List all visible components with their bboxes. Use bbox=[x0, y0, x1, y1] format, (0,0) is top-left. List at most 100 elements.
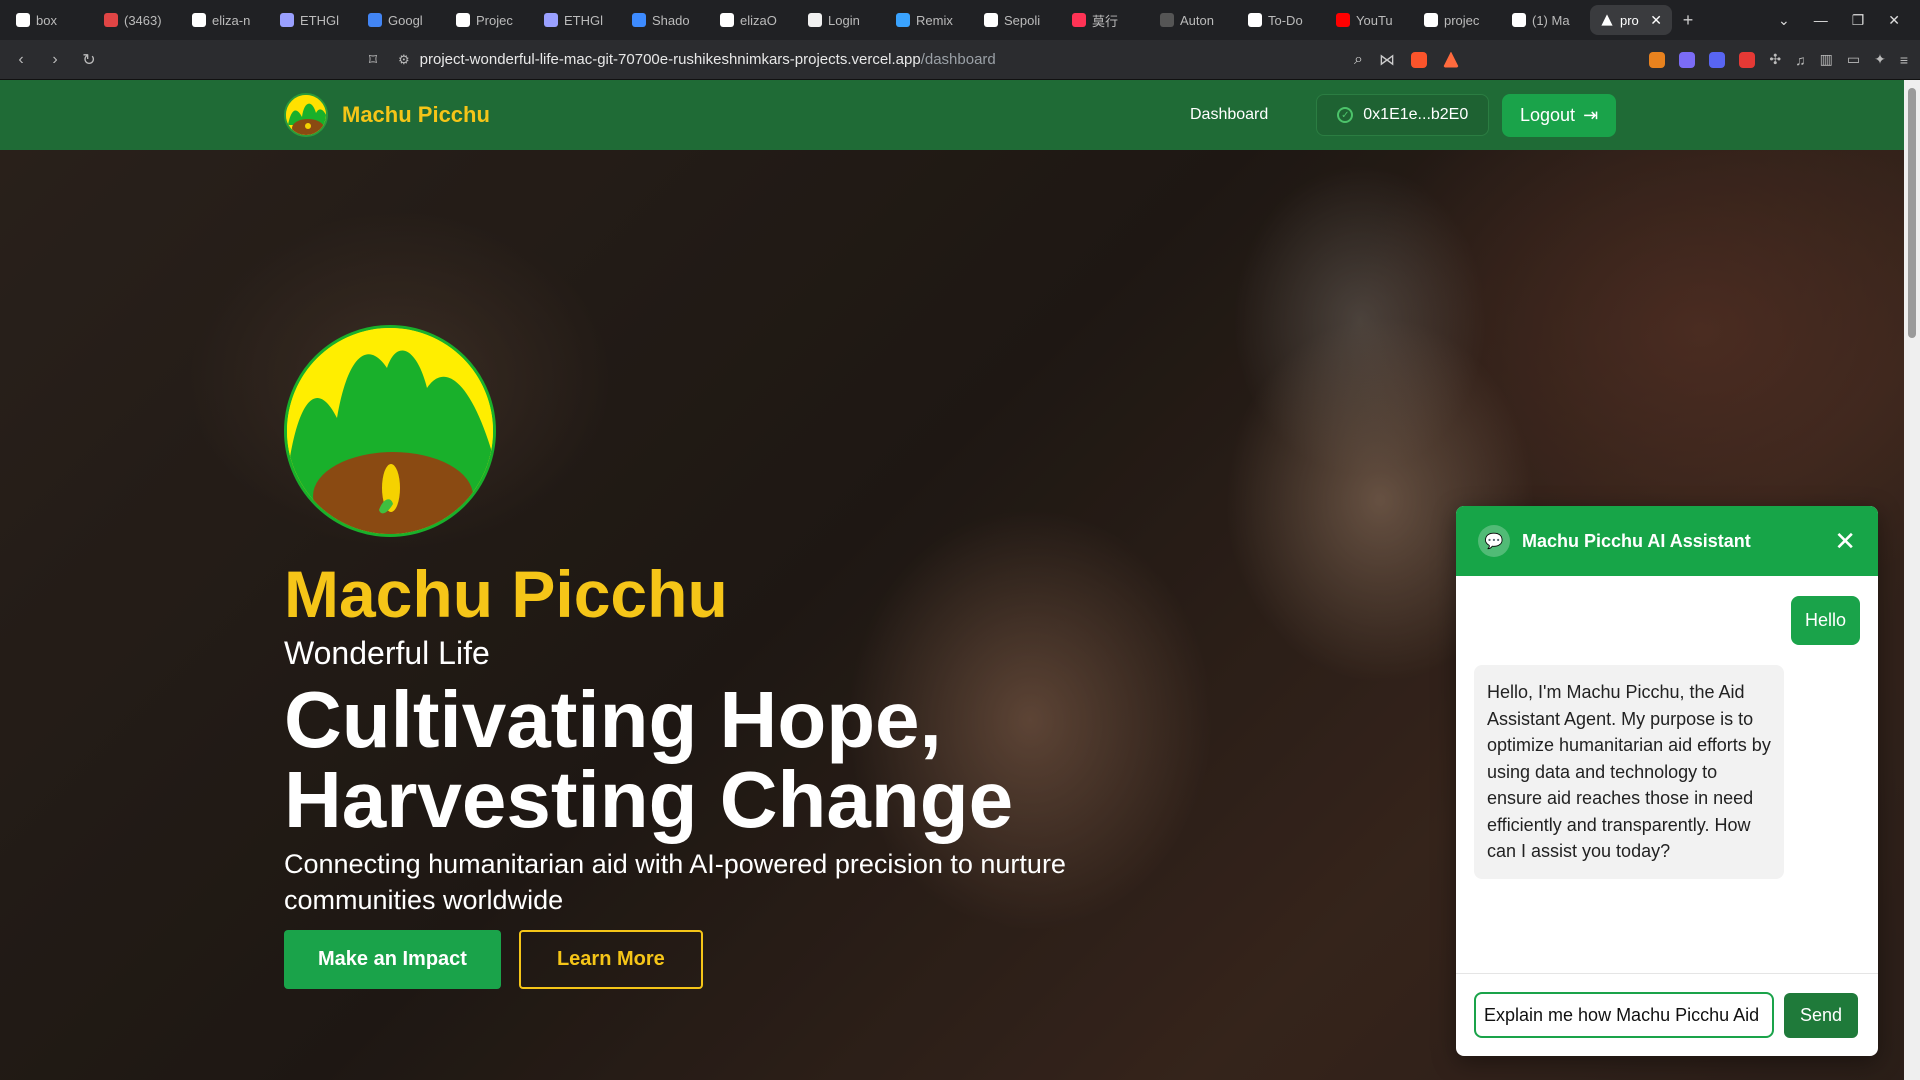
browser-tab[interactable]: projec bbox=[1414, 5, 1500, 35]
close-window-icon[interactable]: ✕ bbox=[1888, 12, 1900, 29]
tab-active[interactable]: pro ✕ bbox=[1590, 5, 1672, 35]
url-field[interactable]: ⚙ project-wonderful-life-mac-git-70700e-… bbox=[398, 51, 1338, 68]
close-icon[interactable]: ✕ bbox=[1834, 526, 1856, 557]
chat-message-input[interactable] bbox=[1474, 992, 1774, 1038]
tab-label: To-Do bbox=[1268, 12, 1303, 28]
tab-label: Login bbox=[828, 12, 860, 28]
favicon-icon bbox=[984, 13, 998, 27]
check-circle-icon: ✓ bbox=[1337, 107, 1354, 123]
minimize-icon[interactable]: — bbox=[1814, 12, 1828, 29]
browser-tab[interactable]: To-Do bbox=[1238, 5, 1324, 35]
maximize-icon[interactable]: ❐ bbox=[1852, 12, 1865, 29]
favicon-icon bbox=[1336, 13, 1350, 27]
tab-label: pro bbox=[1620, 12, 1639, 28]
brand[interactable]: Machu Picchu bbox=[284, 93, 490, 137]
browser-tab[interactable]: box bbox=[6, 5, 92, 35]
extension-red-icon[interactable] bbox=[1739, 51, 1756, 68]
chat-title: Machu Picchu AI Assistant bbox=[1522, 530, 1751, 551]
brave-shield-icon[interactable] bbox=[1410, 51, 1427, 68]
brand-name: Machu Picchu bbox=[342, 102, 490, 127]
zoom-icon[interactable]: ⌕ bbox=[1354, 51, 1363, 69]
share-icon[interactable]: ⋈ bbox=[1379, 50, 1395, 70]
browser-tab[interactable]: (1) Ma bbox=[1502, 5, 1588, 35]
tab-label: Auton bbox=[1180, 12, 1214, 28]
tab-list-icon[interactable]: ⌄ bbox=[1778, 12, 1790, 29]
tab-label: box bbox=[36, 12, 57, 28]
favicon-icon bbox=[104, 13, 118, 27]
user-message: Hello bbox=[1790, 596, 1860, 645]
favicon-icon bbox=[456, 13, 470, 27]
reload-icon[interactable]: ↻ bbox=[80, 50, 98, 70]
browser-tab[interactable]: Projec bbox=[446, 5, 532, 35]
url-host: project-wonderful-life-mac-git-70700e-ru… bbox=[419, 51, 921, 68]
close-tab-icon[interactable]: ✕ bbox=[1650, 12, 1662, 29]
browser-tab[interactable]: (3463) bbox=[94, 5, 180, 35]
browser-tab[interactable]: eliza-n bbox=[182, 5, 268, 35]
page: Machu Picchu Dashboard ✓ 0x1E1e...b2E0 L… bbox=[0, 80, 1920, 1080]
tab-label: Googl bbox=[388, 12, 423, 28]
wallet-address-badge[interactable]: ✓ 0x1E1e...b2E0 bbox=[1316, 94, 1490, 136]
extensions-toolbar: ✣ ♫ ▥ ▭ ✦ ≡ bbox=[1649, 51, 1908, 68]
browser-tab[interactable]: 莫行 bbox=[1062, 5, 1148, 35]
favicon-icon bbox=[632, 13, 646, 27]
page-scrollbar-track[interactable] bbox=[1904, 80, 1920, 1080]
back-icon[interactable]: ‹ bbox=[12, 51, 30, 69]
learn-more-button[interactable]: Learn More bbox=[518, 930, 703, 989]
hero-subtitle: Wonderful Life bbox=[284, 635, 490, 671]
bookmark-icon[interactable]: ⌑ bbox=[364, 50, 382, 70]
browser-tab[interactable]: ETHGl bbox=[270, 5, 356, 35]
nav-links: Dashboard ✓ 0x1E1e...b2E0 bbox=[1190, 80, 1490, 150]
discord-icon[interactable] bbox=[1709, 51, 1726, 68]
tab-label: projec bbox=[1444, 12, 1480, 28]
favicon-icon bbox=[1248, 13, 1262, 27]
sidebar-icon[interactable]: ▥ bbox=[1820, 51, 1833, 68]
favicon-icon bbox=[1072, 13, 1086, 27]
browser-tab[interactable]: Googl bbox=[358, 5, 444, 35]
tab-label: ETHGl bbox=[300, 12, 339, 28]
logout-label: Logout bbox=[1520, 105, 1576, 125]
top-navbar: Machu Picchu Dashboard ✓ 0x1E1e...b2E0 L… bbox=[0, 80, 1920, 150]
browser-tab[interactable]: ETHGl bbox=[534, 5, 620, 35]
browser-tab-bar: box (3463) eliza-n ETHGl Googl Projec ETHGl Sha… bbox=[0, 0, 1920, 40]
tab-label: Sepoli bbox=[1004, 12, 1041, 28]
tab-label: (1) Ma bbox=[1532, 12, 1570, 28]
favicon-icon bbox=[544, 13, 558, 27]
browser-tab[interactable]: Auton bbox=[1150, 5, 1236, 35]
favicon-icon bbox=[16, 13, 30, 27]
favicon-icon bbox=[896, 13, 910, 27]
menu-icon[interactable]: ≡ bbox=[1900, 52, 1908, 68]
leo-icon[interactable]: ✦ bbox=[1874, 51, 1886, 68]
logout-button[interactable]: Logout ⇥ bbox=[1502, 94, 1617, 137]
favicon-icon bbox=[192, 13, 206, 27]
metamask-icon[interactable] bbox=[1649, 51, 1666, 68]
browser-tab[interactable]: elizaO bbox=[710, 5, 796, 35]
nav-dashboard-link[interactable]: Dashboard bbox=[1190, 106, 1268, 124]
favicon-icon bbox=[368, 13, 382, 27]
tab-label: eliza-n bbox=[212, 12, 251, 28]
tab-label: ETHGl bbox=[564, 12, 603, 28]
music-icon[interactable]: ♫ bbox=[1795, 52, 1806, 68]
make-impact-button[interactable]: Make an Impact bbox=[284, 930, 501, 989]
tab-label: Projec bbox=[476, 12, 513, 28]
browser-tab[interactable]: YouTu bbox=[1326, 5, 1412, 35]
page-scrollbar-thumb[interactable] bbox=[1908, 88, 1916, 338]
favicon-icon bbox=[1160, 13, 1174, 27]
brave-rewards-icon[interactable] bbox=[1442, 51, 1459, 68]
forward-icon[interactable]: › bbox=[46, 51, 64, 69]
favicon-icon bbox=[280, 13, 294, 27]
site-info-icon[interactable]: ⚙ bbox=[398, 52, 410, 68]
chat-panel: 💬 Machu Picchu AI Assistant ✕ Hello Hell… bbox=[1456, 506, 1878, 1056]
tab-label: 莫行 bbox=[1092, 13, 1119, 29]
browser-tab[interactable]: Remix bbox=[886, 5, 972, 35]
send-button[interactable]: Send bbox=[1784, 992, 1859, 1038]
browser-tab[interactable]: Sepoli bbox=[974, 5, 1060, 35]
extension-icon[interactable] bbox=[1679, 51, 1696, 68]
browser-tab[interactable]: Shado bbox=[622, 5, 708, 35]
hero-brand-title: Machu Picchu bbox=[284, 557, 728, 631]
assistant-message: Hello, I'm Machu Picchu, the Aid Assista… bbox=[1474, 665, 1784, 879]
puzzle-icon[interactable]: ✣ bbox=[1769, 51, 1781, 68]
wallet-icon[interactable]: ▭ bbox=[1847, 51, 1860, 68]
browser-tab[interactable]: Login bbox=[798, 5, 884, 35]
new-tab-button[interactable]: + bbox=[1674, 10, 1702, 31]
url-path: /dashboard bbox=[920, 51, 996, 68]
